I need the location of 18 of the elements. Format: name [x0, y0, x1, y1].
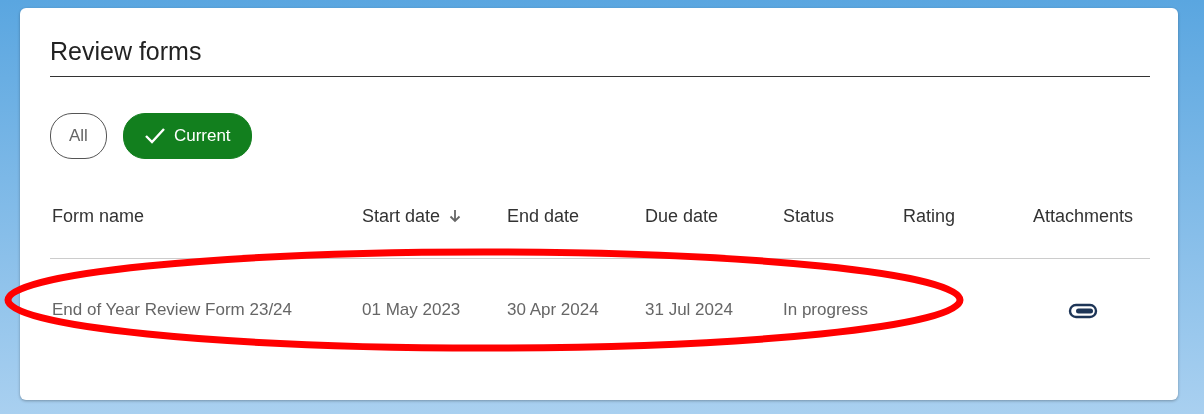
- table-cell: 30 Apr 2024: [507, 300, 599, 319]
- filter-chip[interactable]: All: [50, 113, 107, 159]
- table-cell: 01 May 2023: [362, 300, 461, 319]
- check-icon: [143, 127, 166, 145]
- column-header: Attachments: [1032, 206, 1133, 226]
- table-cell: End of Year Review Form 23/24: [52, 300, 293, 319]
- column-header: End date: [507, 206, 580, 226]
- column-header: Status: [783, 206, 835, 226]
- section-title: Review forms: [50, 36, 1150, 77]
- column-header: Form name: [52, 206, 145, 226]
- column-header: Due date: [645, 206, 719, 226]
- filter-chip[interactable]: Current: [122, 113, 252, 159]
- paperclip-icon[interactable]: [1068, 302, 1098, 319]
- column-header: Rating: [903, 206, 956, 226]
- table-cell: 31 Jul 2024: [645, 300, 733, 319]
- sort-column-header[interactable]: Start date: [362, 206, 441, 226]
- sort-arrow-icon[interactable]: [449, 209, 462, 223]
- table-cell: In progress: [783, 300, 869, 319]
